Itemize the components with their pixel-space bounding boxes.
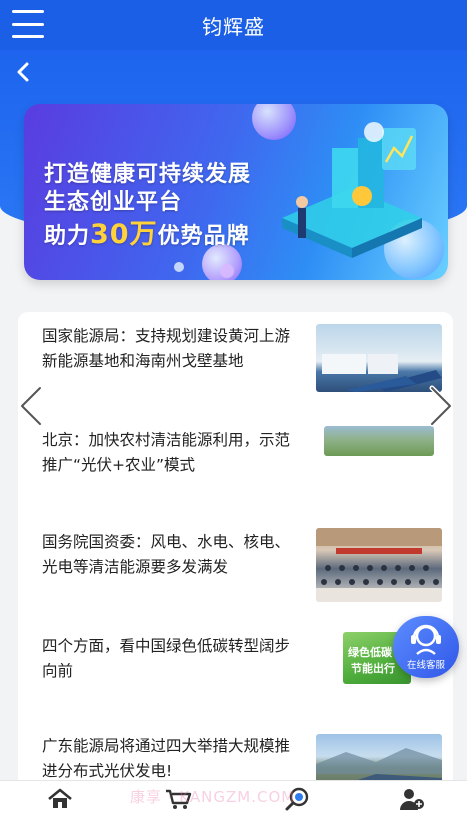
home-icon[interactable] bbox=[46, 787, 74, 811]
carousel-next-button[interactable] bbox=[426, 384, 456, 428]
chevron-left-icon bbox=[19, 385, 43, 427]
news-list: 国家能源局：支持规划建设黄河上游新能源基地和海南州戈壁基地 北京：加快农村清洁能… bbox=[18, 312, 453, 792]
headset-agent-icon bbox=[411, 624, 441, 655]
news-item[interactable]: 四个方面，看中国绿色低碳转型阔步向前 绿色低碳 节能出行 bbox=[18, 622, 453, 722]
customer-service-button[interactable]: 在线客服 bbox=[393, 616, 459, 678]
hamburger-menu-icon[interactable] bbox=[12, 10, 44, 38]
news-title: 广东能源局将通过四大举措大规模推进分布式光伏发电! bbox=[42, 737, 291, 780]
thumbnail-caption-1: 绿色低碳 bbox=[348, 646, 392, 659]
bottom-nav bbox=[0, 780, 467, 816]
news-thumbnail bbox=[316, 324, 442, 392]
customer-service-label: 在线客服 bbox=[406, 660, 445, 671]
news-title: 北京：加快农村清洁能源利用，示范推广“光伏+农业”模式 bbox=[42, 431, 291, 474]
banner-line-3: 助力30万优势品牌 bbox=[44, 212, 250, 251]
decor-bubble bbox=[174, 262, 184, 272]
banner-line-3-prefix: 助力 bbox=[44, 224, 91, 249]
banner-highlight-number: 30万 bbox=[90, 219, 158, 250]
banner-line-3-suffix: 优势品牌 bbox=[157, 224, 250, 249]
add-user-icon[interactable] bbox=[398, 787, 426, 811]
news-thumbnail bbox=[316, 528, 442, 602]
chevron-right-icon bbox=[429, 385, 453, 427]
cart-icon[interactable] bbox=[164, 787, 192, 811]
thumbnail-caption-2: 节能出行 bbox=[351, 662, 395, 675]
news-title: 国务院国资委：风电、水电、核电、光电等清洁能源要多发满发 bbox=[42, 533, 291, 576]
top-bar: 钧辉盛 bbox=[0, 0, 467, 50]
chevron-left-icon[interactable] bbox=[12, 60, 36, 84]
promo-banner[interactable]: 打造健康可持续发展 生态创业平台 助力30万优势品牌 bbox=[24, 104, 448, 280]
news-title: 四个方面，看中国绿色低碳转型阔步向前 bbox=[42, 637, 291, 680]
news-item[interactable]: 国务院国资委：风电、水电、核电、光电等清洁能源要多发满发 bbox=[18, 520, 453, 620]
search-coin-icon[interactable] bbox=[284, 787, 312, 811]
page-title: 钧辉盛 bbox=[202, 14, 265, 39]
news-item[interactable]: 国家能源局：支持规划建设黄河上游新能源基地和海南州戈壁基地 bbox=[18, 312, 453, 404]
news-thumbnail bbox=[324, 426, 434, 456]
news-title: 国家能源局：支持规划建设黄河上游新能源基地和海南州戈壁基地 bbox=[42, 327, 291, 370]
news-item[interactable]: 北京：加快农村清洁能源利用，示范推广“光伏+农业”模式 bbox=[18, 416, 453, 516]
carousel-prev-button[interactable] bbox=[16, 384, 46, 428]
decor-bubble bbox=[220, 264, 234, 278]
isometric-data-illustration bbox=[282, 122, 422, 258]
